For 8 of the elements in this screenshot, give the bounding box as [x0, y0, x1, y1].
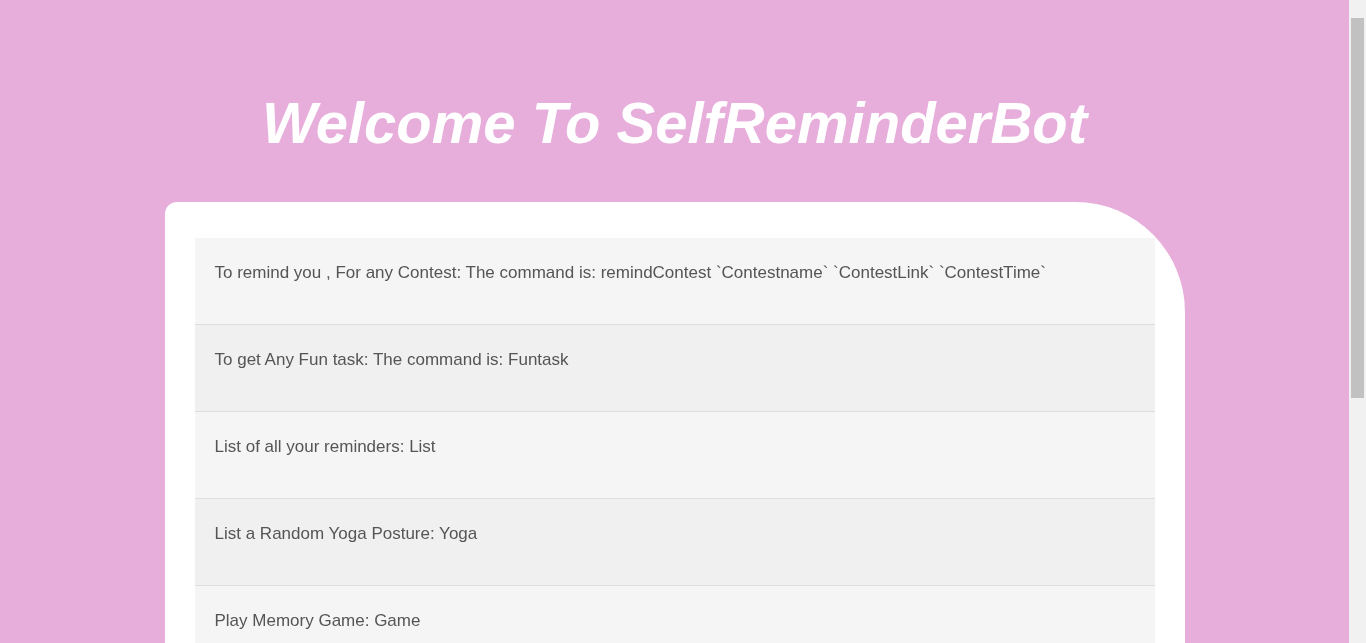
scrollbar-thumb[interactable] [1351, 18, 1364, 398]
command-text: To get Any Fun task: The command is: Funtask [214, 350, 569, 369]
command-text: List a Random Yoga Posture: Yoga [214, 524, 478, 543]
page-title: Welcome To SelfReminderBot [262, 89, 1087, 157]
command-text: Play Memory Game: Game [214, 611, 421, 630]
command-text: List of all your reminders: List [214, 437, 436, 456]
command-text: To remind you , For any Contest: The command is: remindContest `Contestname` `ContestLink` `ContestTime` [214, 263, 1046, 282]
scrollbar[interactable] [1349, 0, 1366, 643]
